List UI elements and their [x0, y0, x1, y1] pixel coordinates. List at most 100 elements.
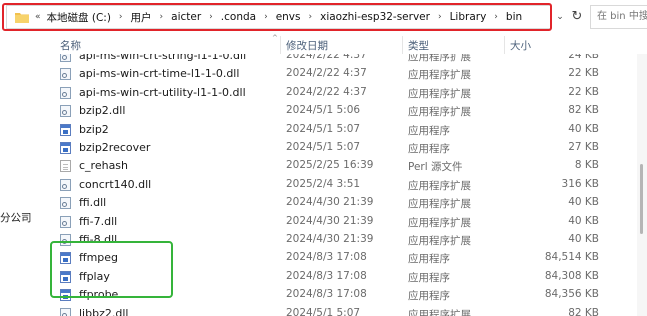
breadcrumb-local-disk[interactable]: 本地磁盘 (C:)	[45, 10, 113, 25]
file-list: api-ms-win-crt-string-l1-1-0.dll 2024/2/2…	[52, 54, 647, 316]
breadcrumb-library[interactable]: Library	[448, 11, 489, 23]
file-date: 2024/2/22 4:37	[286, 85, 367, 98]
chevron-right-icon[interactable]: ›	[488, 12, 504, 22]
overflow-chevron-icon[interactable]: «	[35, 12, 45, 22]
file-size: 84,514 KB	[544, 251, 599, 264]
application-icon	[60, 252, 71, 265]
file-size: 40 KB	[568, 233, 599, 245]
navigation-pane: 分公司	[0, 34, 46, 316]
column-divider[interactable]	[504, 36, 505, 54]
address-bar[interactable]: « 本地磁盘 (C:) › 用户 › aicter › .conda › env…	[6, 5, 551, 29]
dll-gear-icon	[60, 197, 71, 210]
file-date: 2025/2/4 3:51	[286, 177, 361, 190]
file-size: 8 KB	[574, 159, 599, 172]
file-type: 应用程序扩展	[408, 179, 471, 192]
sort-caret-icon: ^	[272, 34, 278, 42]
dll-gear-icon	[60, 54, 71, 62]
file-date: 2024/8/3 17:08	[286, 288, 367, 301]
file-row[interactable]: api-ms-win-crt-time-l1-1-0.dll 2024/2/22 …	[52, 65, 612, 83]
dll-gear-icon	[60, 86, 71, 99]
file-date: 2024/5/1 5:07	[286, 306, 361, 316]
breadcrumb-conda[interactable]: .conda	[219, 11, 258, 23]
file-date: 2024/4/30 21:39	[286, 233, 374, 245]
file-name: bzip2.dll	[79, 104, 126, 118]
dll-gear-icon	[60, 307, 71, 316]
file-type: 应用程序扩展	[408, 216, 471, 229]
file-type: 应用程序扩展	[408, 54, 471, 63]
column-header-size[interactable]: 大小	[510, 38, 531, 53]
file-date: 2024/2/22 4:37	[286, 54, 367, 61]
column-divider[interactable]	[402, 36, 403, 54]
breadcrumb-bin[interactable]: bin	[504, 11, 524, 23]
file-row[interactable]: ffi.dll 2024/4/30 21:39 应用程序扩展 40 KB	[52, 194, 612, 212]
refresh-icon[interactable]: ↻	[568, 8, 586, 26]
chevron-down-icon[interactable]: ⌄	[553, 8, 567, 26]
file-row[interactable]: ffplay 2024/8/3 17:08 应用程序 84,308 KB	[52, 268, 612, 286]
file-type: 应用程序	[408, 253, 450, 266]
address-bar-row: « 本地磁盘 (C:) › 用户 › aicter › .conda › env…	[0, 0, 647, 34]
file-name: ffi-7.dll	[79, 214, 118, 228]
file-date: 2024/2/22 4:37	[286, 67, 367, 80]
scrollbar-thumb[interactable]	[640, 164, 643, 234]
file-size: 82 KB	[568, 306, 599, 316]
file-row[interactable]: bzip2recover 2024/5/1 5:07 应用程序 27 KB	[52, 139, 612, 157]
file-type: 应用程序扩展	[408, 106, 471, 119]
file-date: 2024/4/30 21:39	[286, 196, 374, 209]
breadcrumb-users[interactable]: 用户	[129, 10, 154, 25]
file-name: api-ms-win-crt-string-l1-1-0.dll	[79, 54, 247, 62]
column-header-name[interactable]: 名称	[60, 38, 81, 53]
search-input[interactable]: 在 bin 中搜索	[590, 5, 647, 29]
chevron-right-icon[interactable]: ›	[203, 12, 219, 22]
file-size: 84,356 KB	[544, 288, 599, 301]
vertical-scrollbar[interactable]	[637, 54, 647, 316]
file-row[interactable]: ffmpeg 2024/8/3 17:08 应用程序 84,514 KB	[52, 249, 612, 267]
file-size: 316 KB	[561, 177, 599, 190]
file-size: 22 KB	[568, 67, 599, 80]
column-header-type[interactable]: 类型	[408, 38, 429, 53]
dll-gear-icon	[60, 215, 71, 228]
file-row[interactable]: ffi-7.dll 2024/4/30 21:39 应用程序扩展 40 KB	[52, 213, 612, 231]
file-name: bzip2recover	[79, 141, 151, 154]
file-row[interactable]: c_rehash 2025/2/25 16:39 Perl 源文件 8 KB	[52, 157, 612, 175]
file-size: 84,308 KB	[544, 269, 599, 282]
file-row[interactable]: api-ms-win-crt-string-l1-1-0.dll 2024/2/2…	[52, 54, 612, 65]
file-type: 应用程序	[408, 290, 450, 303]
file-type: 应用程序	[408, 124, 450, 137]
breadcrumb: « 本地磁盘 (C:) › 用户 › aicter › .conda › env…	[35, 6, 524, 28]
file-name: c_rehash	[79, 159, 129, 173]
file-name: ffmpeg	[79, 251, 119, 265]
file-row[interactable]: concrt140.dll 2025/2/4 3:51 应用程序扩展 316 KB	[52, 176, 612, 194]
document-icon	[60, 160, 71, 173]
column-divider[interactable]	[280, 36, 281, 54]
breadcrumb-env-name[interactable]: xiaozhi-esp32-server	[318, 11, 432, 23]
chevron-right-icon[interactable]: ›	[154, 12, 170, 22]
breadcrumb-envs[interactable]: envs	[274, 11, 303, 23]
file-row[interactable]: bzip2.dll 2024/5/1 5:06 应用程序扩展 82 KB	[52, 102, 612, 120]
file-row[interactable]: libbz2.dll 2024/5/1 5:07 应用程序扩展 82 KB	[52, 305, 612, 316]
file-name: api-ms-win-crt-time-l1-1-0.dll	[79, 67, 240, 81]
file-row[interactable]: ffprobe 2024/8/3 17:08 应用程序 84,356 KB	[52, 286, 612, 304]
file-size: 82 KB	[568, 104, 599, 117]
breadcrumb-aicter[interactable]: aicter	[169, 11, 203, 23]
file-size: 40 KB	[568, 196, 599, 209]
file-name: bzip2	[79, 122, 109, 136]
chevron-right-icon[interactable]: ›	[258, 12, 274, 22]
file-type: 应用程序扩展	[408, 235, 471, 247]
file-date: 2025/2/25 16:39	[286, 159, 374, 172]
application-icon	[60, 289, 71, 302]
file-row[interactable]: bzip2 2024/5/1 5:07 应用程序 40 KB	[52, 121, 612, 139]
column-header-date[interactable]: 修改日期	[286, 38, 328, 53]
file-name: concrt140.dll	[79, 177, 152, 191]
file-row[interactable]: api-ms-win-crt-utility-l1-1-0.dll 2024/2/…	[52, 84, 612, 102]
chevron-right-icon[interactable]: ›	[432, 12, 448, 22]
dll-gear-icon	[60, 68, 71, 81]
chevron-right-icon[interactable]: ›	[113, 12, 129, 22]
file-date: 2024/5/1 5:07	[286, 141, 361, 153]
chevron-right-icon[interactable]: ›	[303, 12, 319, 22]
file-name: libbz2.dll	[79, 306, 129, 316]
nav-item-label[interactable]: 分公司	[0, 210, 32, 225]
application-icon	[60, 123, 71, 136]
file-date: 2024/8/3 17:08	[286, 269, 367, 282]
file-row[interactable]: ffi-8.dll 2024/4/30 21:39 应用程序扩展 40 KB	[52, 231, 612, 249]
file-size: 24 KB	[568, 54, 599, 61]
